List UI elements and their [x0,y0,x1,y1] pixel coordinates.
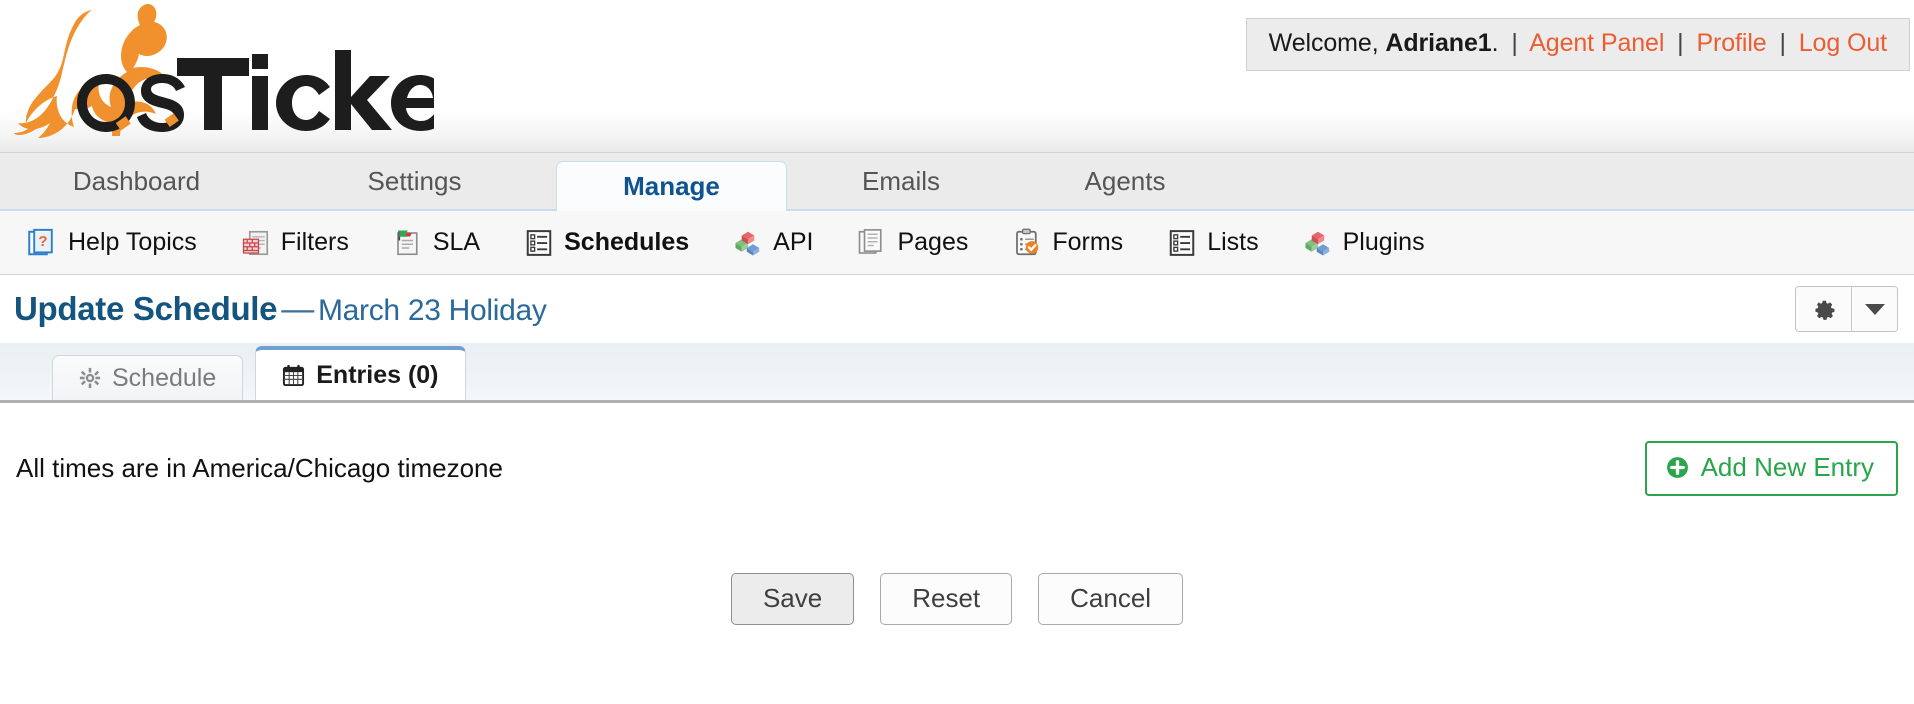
subnav-item-filters-label: Filters [280,228,349,256]
forms-icon [1016,228,1039,255]
subnav-item-sla[interactable]: SLA [393,228,480,258]
primary-navigation: Dashboard Settings Manage Emails Agents [0,153,1914,211]
subnav-item-lists[interactable]: Lists [1167,228,1259,258]
nav-tab-settings-label: Settings [367,165,462,196]
schedules-icon [526,229,552,256]
reset-button[interactable]: Reset [880,573,1013,625]
subnav-item-forms[interactable]: Forms [1012,228,1123,258]
subnav-item-plugins-label: Plugins [1342,228,1425,256]
subnav-item-api[interactable]: API [733,228,813,258]
nav-tab-agents-label: Agents [1084,165,1166,196]
subnav-item-filters[interactable]: Filters [241,228,349,258]
subnav-item-help-topics[interactable]: ? Help Topics [28,228,197,258]
nav-tab-dashboard-label: Dashboard [72,165,201,196]
welcome-period: . [1491,29,1499,57]
tab-entries[interactable]: Entries (0) [255,346,466,400]
nav-tab-emails[interactable]: Emails [787,153,1015,209]
form-actions: Save Reset Cancel [16,573,1898,625]
subnav-item-schedules[interactable]: Schedules [524,228,689,258]
api-icon [735,231,760,255]
logout-link[interactable]: Log Out [1799,29,1887,57]
chevron-down-icon [1864,303,1885,315]
lists-icon [1169,229,1195,256]
welcome-username: Adriane1 [1385,29,1492,57]
nav-tab-manage[interactable]: Manage [556,161,787,211]
gear-icon [79,367,101,389]
nav-tab-settings[interactable]: Settings [273,153,556,209]
subnav-item-pages[interactable]: Pages [857,228,968,258]
welcome-separator-1: | [1511,29,1518,57]
calendar-icon [282,364,305,387]
nav-tab-emails-label: Emails [861,165,940,196]
page-title-main: Update Schedule [14,290,278,327]
pages-icon [859,228,883,254]
plugins-icon [1305,231,1329,255]
save-button[interactable]: Save [730,573,855,625]
settings-split-button[interactable] [1795,286,1898,332]
subnav-item-api-label: API [773,228,814,256]
settings-dropdown-button[interactable] [1852,287,1897,331]
nav-tab-agents[interactable]: Agents [1015,153,1235,209]
nav-tab-dashboard[interactable]: Dashboard [0,153,273,209]
gear-icon [1814,300,1835,320]
timezone-row: All times are in America/Chicago timezon… [16,403,1898,496]
tab-schedule[interactable]: Schedule [52,355,244,400]
subnav-item-lists-label: Lists [1207,228,1259,256]
page-title-row: Update Schedule — March 23 Holiday [0,275,1914,343]
profile-link[interactable]: Profile [1696,29,1766,57]
plus-circle-icon [1665,455,1690,480]
welcome-separator-2: | [1677,29,1684,57]
tab-entries-label: Entries (0) [316,360,439,389]
timezone-note: All times are in America/Chicago timezon… [16,453,503,483]
subnav-item-plugins[interactable]: Plugins [1303,228,1425,258]
agent-panel-link[interactable]: Agent Panel [1529,29,1664,57]
welcome-bar: Welcome, Adriane1. | Agent Panel | Profi… [1245,18,1910,71]
kangaroo-logo-icon [14,4,434,138]
page-title-subtitle: March 23 Holiday [317,294,547,327]
content-tab-strip: Schedule Entries (0) [0,343,1914,403]
sub-navigation: ? Help Topics Filters SLA Schedules API … [0,211,1914,275]
subnav-item-pages-label: Pages [897,228,969,256]
sla-icon [397,230,418,255]
add-new-entry-label: Add New Entry [1700,452,1874,482]
ostick-logo[interactable] [14,2,434,142]
tab-schedule-label: Schedule [112,363,217,392]
cancel-button[interactable]: Cancel [1038,573,1184,625]
filters-icon [242,230,268,255]
help-topics-icon: ? [28,228,53,255]
welcome-greeting: Welcome, [1268,29,1379,57]
subnav-item-schedules-label: Schedules [564,228,690,256]
svg-text:?: ? [38,233,47,250]
tab-content-panel: All times are in America/Chicago timezon… [0,403,1914,704]
page-header: Welcome, Adriane1. | Agent Panel | Profi… [0,0,1914,153]
gear-button[interactable] [1796,287,1852,331]
subnav-item-help-topics-label: Help Topics [68,228,197,256]
subnav-item-forms-label: Forms [1052,228,1124,256]
nav-tab-manage-label: Manage [623,171,720,201]
page-title: Update Schedule — March 23 Holiday [14,290,547,328]
add-new-entry-button[interactable]: Add New Entry [1644,441,1898,496]
welcome-separator-3: | [1779,29,1786,57]
subnav-item-sla-label: SLA [432,228,481,256]
page-title-dash: — [281,290,314,327]
